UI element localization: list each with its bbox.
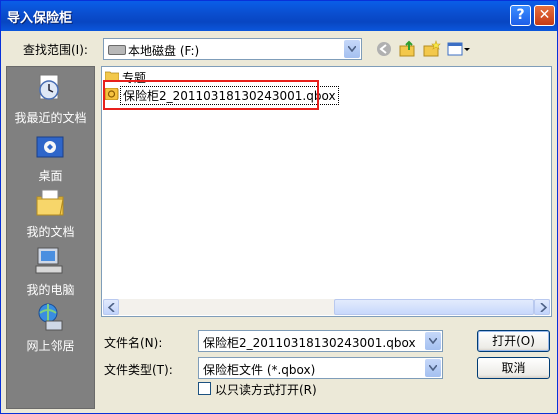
scroll-thumb[interactable] [334,299,534,315]
places-bar: 我最近的文档 桌面 我的文档 我的电脑 网上邻居 [6,66,95,409]
chevron-down-icon[interactable] [425,332,441,350]
open-button[interactable]: 打开(O) [477,330,550,352]
help-button[interactable]: ? [510,5,531,26]
chevron-down-icon[interactable] [344,40,360,58]
title-bar[interactable]: 导入保险柜 ? ✕ [1,1,557,31]
filetype-value: 保险柜文件 (*.qbox) [203,363,316,377]
cancel-button[interactable]: 取消 [477,357,550,379]
new-folder-button[interactable] [423,40,441,58]
network-places-icon [38,303,63,331]
chevron-down-icon[interactable] [425,359,441,377]
look-in-label: 查找范围(I): [23,43,88,57]
my-computer-icon [35,247,63,274]
look-in-select[interactable]: 本地磁盘 (F:) [103,38,362,60]
up-folder-button[interactable] [399,40,417,58]
readonly-checkbox[interactable] [198,382,211,395]
place-label: 我的文档 [26,225,75,239]
filename-label: 文件名(N): [104,336,163,350]
filetype-select[interactable]: 保险柜文件 (*.qbox) [198,357,443,379]
horizontal-scrollbar[interactable] [103,299,550,315]
selection-highlight [103,80,319,110]
filename-input[interactable]: 保险柜2_20110318130243001.qbox [198,330,443,352]
place-label: 桌面 [38,169,63,183]
view-menu-icon [447,42,470,56]
open-dialog: 导入保险柜 ? ✕ 查找范围(I): 本地磁盘 (F:) 我最近的文档 桌面 我… [0,0,558,414]
window-title: 导入保险柜 [7,11,73,26]
scroll-right-button[interactable] [534,299,550,315]
drive-icon [108,45,126,55]
close-button[interactable]: ✕ [534,5,555,26]
place-label: 网上邻居 [26,339,75,353]
look-in-value: 本地磁盘 (F:) [128,44,200,58]
back-arrow-icon [377,42,391,56]
my-documents-icon [36,189,64,216]
place-label: 我的电脑 [26,283,75,297]
up-folder-icon [399,40,415,57]
scroll-left-button[interactable] [103,299,119,315]
desktop-icon [36,136,64,158]
back-button[interactable] [375,40,393,58]
file-list[interactable]: 专题 保险柜2_20110318130243001.qbox [101,66,552,317]
filename-value: 保险柜2_20110318130243001.qbox [203,336,416,350]
recent-documents-icon [39,74,59,100]
filetype-label: 文件类型(T): [104,363,173,377]
new-folder-icon [423,40,441,57]
view-menu-button[interactable] [447,40,471,58]
place-label: 我最近的文档 [14,111,87,125]
readonly-label: 以只读方式打开(R) [215,383,317,397]
